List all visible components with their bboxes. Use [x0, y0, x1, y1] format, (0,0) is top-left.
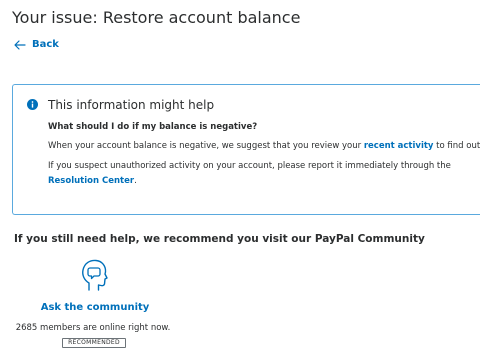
back-label: Back: [32, 39, 59, 50]
page-title: Your issue: Restore account balance: [12, 8, 301, 27]
resolution-center-link[interactable]: Resolution Center: [48, 176, 134, 186]
info-question: What should I do if my balance is negati…: [48, 122, 258, 132]
info-paragraph-2-tail: .: [134, 176, 137, 186]
info-paragraph-1-text: When your account balance is negative, w…: [48, 141, 364, 151]
info-paragraph-2: If you suspect unauthorized activity on …: [48, 159, 478, 189]
info-paragraph-1-tail: to find out why.: [436, 141, 480, 151]
members-online-text: 2685 members are online right now.: [15, 323, 171, 333]
recent-activity-link[interactable]: recent activity: [364, 141, 434, 151]
back-link[interactable]: Back: [14, 39, 59, 50]
recommended-badge: RECOMMENDED: [62, 338, 126, 348]
community-heading: If you still need help, we recommend you…: [14, 233, 425, 245]
info-heading: This information might help: [48, 98, 215, 112]
info-paragraph-1: When your account balance is negative, w…: [48, 139, 480, 154]
info-circle-icon: [27, 99, 38, 110]
arrow-left-icon: [14, 39, 26, 50]
info-card: This information might help What should …: [12, 84, 480, 215]
head-speech-icon[interactable]: [80, 258, 108, 292]
ask-community-link[interactable]: Ask the community: [0, 302, 190, 313]
info-paragraph-2-text: If you suspect unauthorized activity on …: [48, 161, 451, 171]
